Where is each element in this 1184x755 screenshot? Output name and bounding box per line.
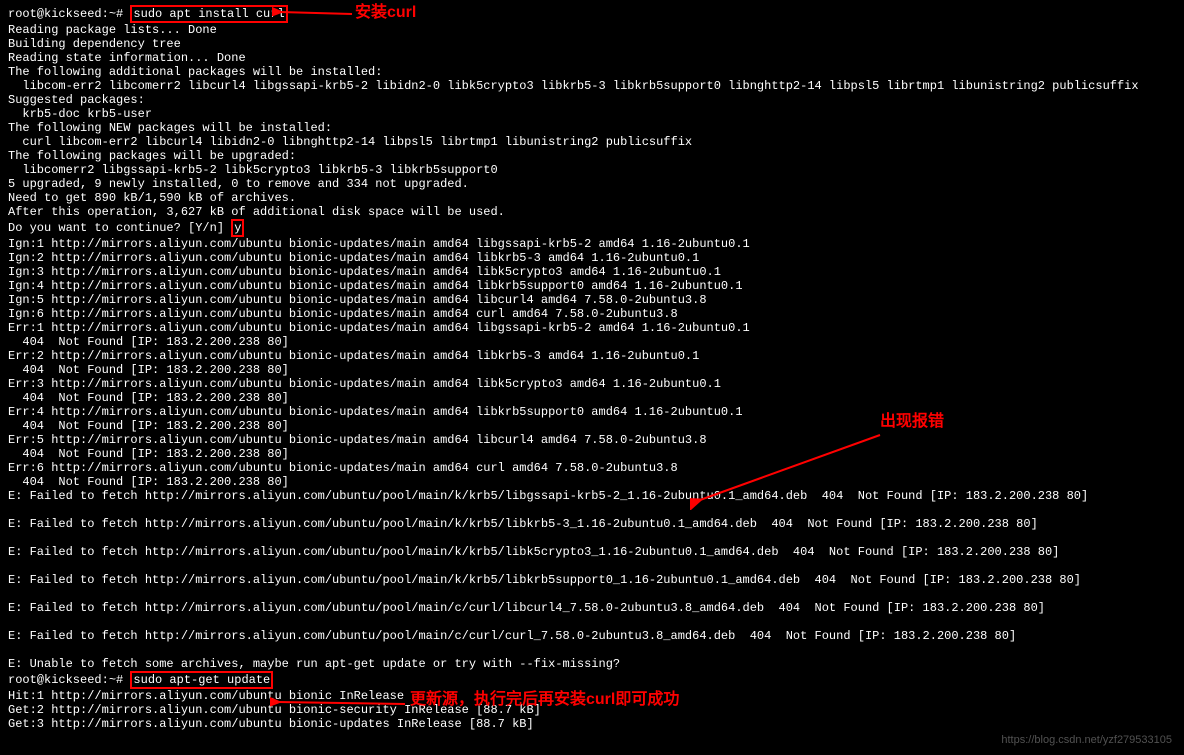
- terminal-output-line: Reading state information... Done: [8, 51, 1176, 65]
- terminal-output-line: Err:2 http://mirrors.aliyun.com/ubuntu b…: [8, 349, 1176, 363]
- terminal-output-line: Ign:3 http://mirrors.aliyun.com/ubuntu b…: [8, 265, 1176, 279]
- command-text-1: sudo apt install curl: [133, 7, 284, 21]
- prompt-line-1: root@kickseed:~# sudo apt install curl: [8, 5, 1176, 23]
- terminal-output-line: libcomerr2 libgssapi-krb5-2 libk5crypto3…: [8, 163, 1176, 177]
- command-text-2: sudo apt-get update: [133, 673, 270, 687]
- continue-input-highlight: y: [231, 219, 244, 237]
- terminal-output-line: Ign:1 http://mirrors.aliyun.com/ubuntu b…: [8, 237, 1176, 251]
- terminal-output-line: Need to get 890 kB/1,590 kB of archives.: [8, 191, 1176, 205]
- terminal-output-line: E: Failed to fetch http://mirrors.aliyun…: [8, 545, 1176, 559]
- command-highlight-1: sudo apt install curl: [130, 5, 287, 23]
- terminal-output-line: [8, 531, 1176, 545]
- prompt-line-2: root@kickseed:~# sudo apt-get update: [8, 671, 1176, 689]
- shell-prompt-2: root@kickseed:~#: [8, 673, 130, 687]
- terminal-output-line: E: Failed to fetch http://mirrors.aliyun…: [8, 489, 1176, 503]
- terminal-content[interactable]: root@kickseed:~# sudo apt install curl R…: [8, 5, 1176, 731]
- terminal-output-line: Err:3 http://mirrors.aliyun.com/ubuntu b…: [8, 377, 1176, 391]
- terminal-output-line: [8, 615, 1176, 629]
- terminal-output-line: [8, 559, 1176, 573]
- annotation-update-source: 更新源，执行完后再安装curl即可成功: [410, 693, 679, 707]
- terminal-output-line: Err:6 http://mirrors.aliyun.com/ubuntu b…: [8, 461, 1176, 475]
- terminal-output-line: 404 Not Found [IP: 183.2.200.238 80]: [8, 391, 1176, 405]
- terminal-output-line: [8, 503, 1176, 517]
- terminal-output-line: 404 Not Found [IP: 183.2.200.238 80]: [8, 447, 1176, 461]
- terminal-output-line: Ign:2 http://mirrors.aliyun.com/ubuntu b…: [8, 251, 1176, 265]
- continue-input: y: [234, 221, 241, 235]
- terminal-output-line: The following NEW packages will be insta…: [8, 121, 1176, 135]
- watermark-text: https://blog.csdn.net/yzf279533105: [1001, 733, 1172, 747]
- terminal-output-line: E: Failed to fetch http://mirrors.aliyun…: [8, 601, 1176, 615]
- terminal-output-line: Err:4 http://mirrors.aliyun.com/ubuntu b…: [8, 405, 1176, 419]
- terminal-output-line: Ign:4 http://mirrors.aliyun.com/ubuntu b…: [8, 279, 1176, 293]
- terminal-output-line: E: Failed to fetch http://mirrors.aliyun…: [8, 517, 1176, 531]
- terminal-output-line: Ign:6 http://mirrors.aliyun.com/ubuntu b…: [8, 307, 1176, 321]
- terminal-output-line: Err:5 http://mirrors.aliyun.com/ubuntu b…: [8, 433, 1176, 447]
- continue-text: Do you want to continue? [Y/n]: [8, 221, 231, 235]
- terminal-output-line: The following packages will be upgraded:: [8, 149, 1176, 163]
- terminal-output-line: After this operation, 3,627 kB of additi…: [8, 205, 1176, 219]
- annotation-error: 出现报错: [880, 415, 944, 429]
- output-block-1: Reading package lists... DoneBuilding de…: [8, 23, 1176, 219]
- terminal-output-line: 404 Not Found [IP: 183.2.200.238 80]: [8, 419, 1176, 433]
- terminal-output-line: The following additional packages will b…: [8, 65, 1176, 79]
- terminal-output-line: E: Failed to fetch http://mirrors.aliyun…: [8, 573, 1176, 587]
- terminal-output-line: 5 upgraded, 9 newly installed, 0 to remo…: [8, 177, 1176, 191]
- terminal-output-line: Get:3 http://mirrors.aliyun.com/ubuntu b…: [8, 717, 1176, 731]
- terminal-output-line: 404 Not Found [IP: 183.2.200.238 80]: [8, 475, 1176, 489]
- terminal-output-line: [8, 587, 1176, 601]
- terminal-output-line: Ign:5 http://mirrors.aliyun.com/ubuntu b…: [8, 293, 1176, 307]
- terminal-output-line: Building dependency tree: [8, 37, 1176, 51]
- terminal-output-line: curl libcom-err2 libcurl4 libidn2-0 libn…: [8, 135, 1176, 149]
- command-highlight-2: sudo apt-get update: [130, 671, 273, 689]
- shell-prompt: root@kickseed:~#: [8, 7, 130, 21]
- annotation-install-curl: 安装curl: [355, 6, 416, 20]
- terminal-output-line: libcom-err2 libcomerr2 libcurl4 libgssap…: [8, 79, 1176, 93]
- terminal-output-line: E: Failed to fetch http://mirrors.aliyun…: [8, 629, 1176, 643]
- output-block-2: Ign:1 http://mirrors.aliyun.com/ubuntu b…: [8, 237, 1176, 671]
- terminal-output-line: krb5-doc krb5-user: [8, 107, 1176, 121]
- terminal-output-line: Reading package lists... Done: [8, 23, 1176, 37]
- terminal-output-line: [8, 643, 1176, 657]
- terminal-output-line: Suggested packages:: [8, 93, 1176, 107]
- terminal-output-line: E: Unable to fetch some archives, maybe …: [8, 657, 1176, 671]
- terminal-output-line: 404 Not Found [IP: 183.2.200.238 80]: [8, 363, 1176, 377]
- continue-prompt-line: Do you want to continue? [Y/n] y: [8, 219, 1176, 237]
- terminal-output-line: 404 Not Found [IP: 183.2.200.238 80]: [8, 335, 1176, 349]
- terminal-output-line: Err:1 http://mirrors.aliyun.com/ubuntu b…: [8, 321, 1176, 335]
